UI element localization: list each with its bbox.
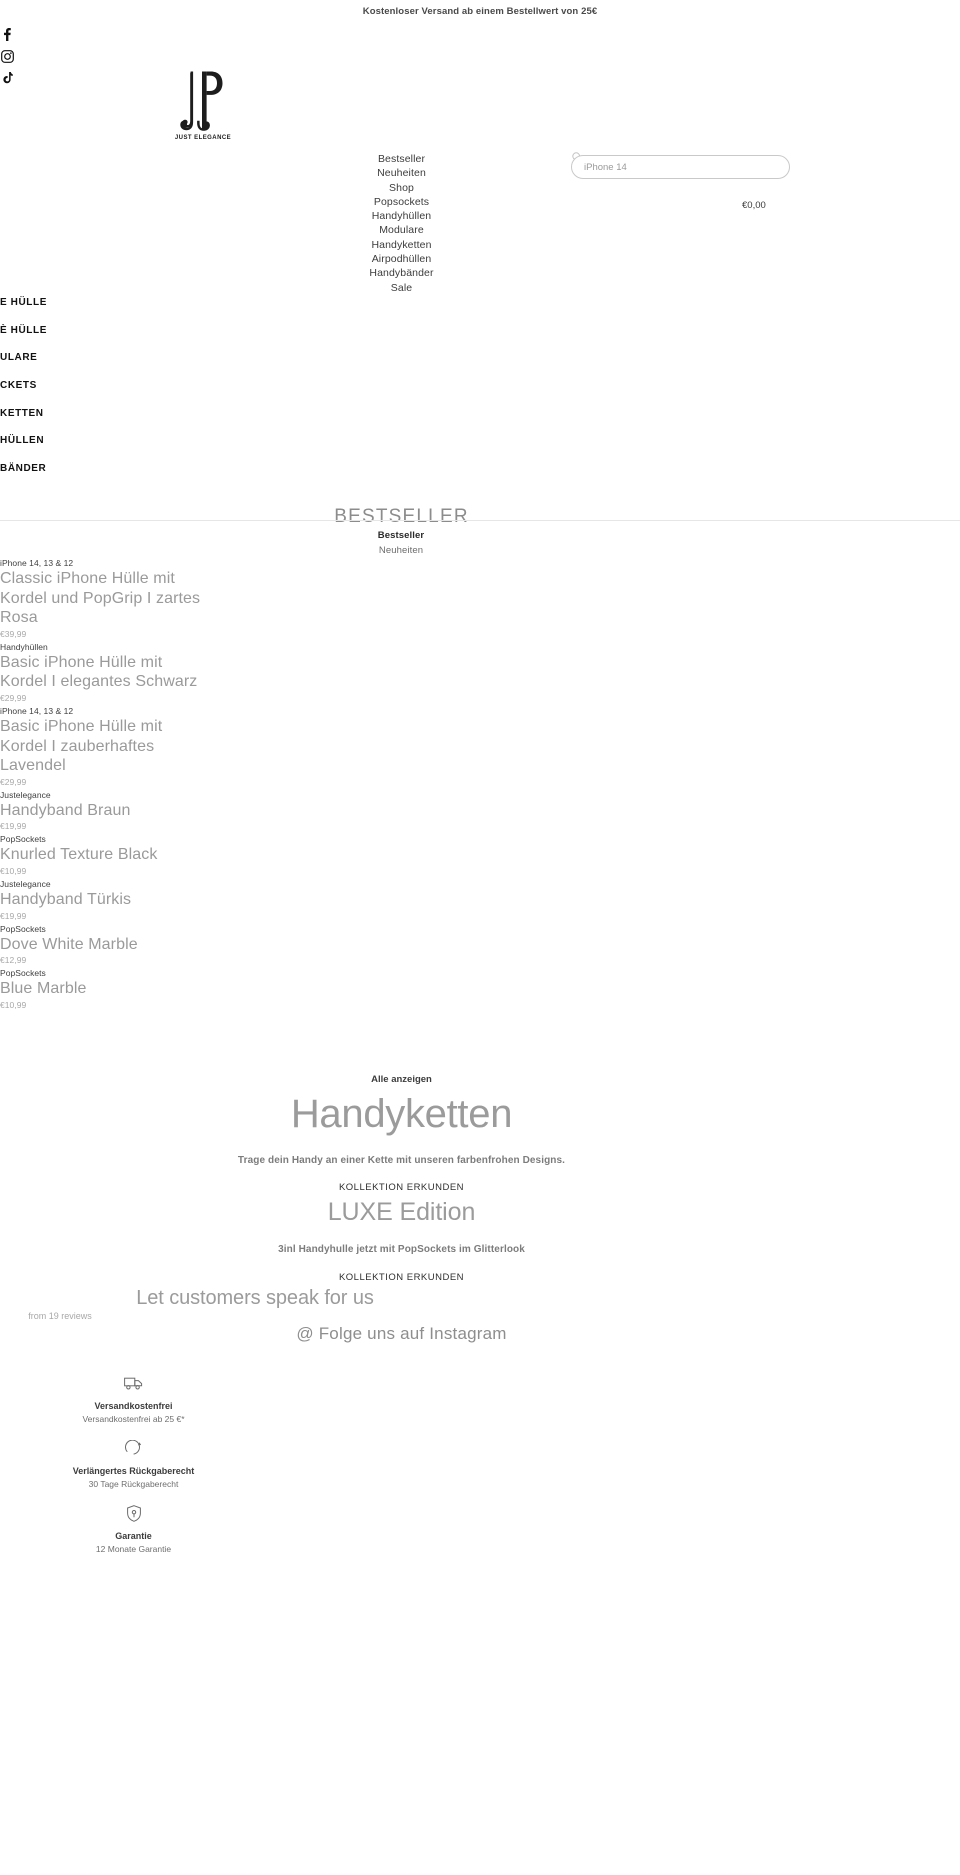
product-price: €19,99	[0, 821, 27, 832]
category-rail-item-3[interactable]: CKETS	[0, 379, 120, 407]
reviews-count: from 19 reviews	[28, 1311, 92, 1321]
product-price: €29,99	[0, 776, 27, 787]
section-divider	[0, 520, 960, 521]
trust-badge-title: Verlängertes Rückgaberecht	[72, 1466, 195, 1476]
product-title[interactable]: Blue Marble	[0, 979, 260, 999]
trust-badge-desc: 12 Monate Garantie	[95, 1544, 172, 1554]
product-price: €19,99	[0, 910, 27, 921]
nav-item-handybaender[interactable]: Handybänder	[300, 266, 503, 280]
logo-wordmark: JUST ELEGANCE	[174, 135, 232, 141]
tab-neuheiten[interactable]: Neuheiten	[301, 543, 501, 558]
product-title[interactable]: Handyband Türkis	[0, 890, 260, 910]
category-rail-item-6[interactable]: BÄNDER	[0, 462, 120, 490]
product-vendor: PopSockets	[0, 834, 46, 845]
reviews-heading: Let customers speak for us	[136, 1287, 374, 1309]
category-rail-item-4[interactable]: KETTEN	[0, 407, 120, 435]
trust-badge-title: Versandkostenfrei	[94, 1401, 173, 1411]
instagram-icon[interactable]	[0, 48, 14, 64]
trust-badge-desc: 30 Tage Rückgaberecht	[88, 1479, 179, 1489]
promo-luxe-heading: LUXE Edition	[327, 1198, 476, 1226]
product-card[interactable]: iPhone 14, 13 & 12 Basic iPhone Hülle mi…	[0, 705, 260, 789]
trust-badge: Garantie 12 Monate Garantie	[0, 1505, 267, 1556]
logo-mark-icon	[180, 71, 223, 131]
product-price: €29,99	[0, 692, 27, 703]
cart-total[interactable]: €0,00	[742, 200, 766, 211]
site-logo[interactable]: JUST ELEGANCE	[172, 70, 234, 141]
trust-badge-title: Garantie	[115, 1531, 152, 1541]
facebook-icon[interactable]	[0, 26, 14, 42]
search-field-wrapper[interactable]	[571, 155, 790, 179]
category-rail-item-2[interactable]: ULARE	[0, 351, 120, 379]
product-card[interactable]: Handyhüllen Basic iPhone Hülle mit Kordel…	[0, 641, 260, 705]
bestseller-heading: BESTSELLER	[334, 505, 469, 527]
product-title[interactable]: Handyband Braun	[0, 801, 260, 821]
product-title[interactable]: Basic iPhone Hülle mit Kordel I zauberhaf…	[0, 717, 260, 776]
product-price: €12,99	[0, 955, 27, 966]
category-rail-item-1[interactable]: È HÜLLE	[0, 324, 120, 352]
category-rail-item-0[interactable]: E HÜLLE	[0, 296, 120, 324]
instagram-heading[interactable]: @ Folge uns auf Instagram	[0, 1324, 803, 1344]
category-rail: E HÜLLE È HÜLLE ULARE CKETS KETTEN HÜLLE…	[0, 296, 120, 490]
product-vendor: PopSockets	[0, 923, 46, 934]
product-card[interactable]: Justelegance Handyband Braun €19,99	[0, 789, 260, 834]
product-card[interactable]: iPhone 14, 13 & 12 Classic iPhone Hülle …	[0, 557, 260, 641]
announcement-bar: Kostenloser Versand ab einem Bestellwert…	[362, 6, 598, 17]
product-title[interactable]: Knurled Texture Black	[0, 845, 260, 865]
promo-luxe-cta[interactable]: KOLLEKTION ERKUNDEN	[0, 1272, 803, 1283]
product-vendor: PopSockets	[0, 968, 46, 979]
product-vendor: iPhone 14, 13 & 12	[0, 705, 74, 716]
search-input[interactable]	[572, 156, 789, 178]
category-rail-item-5[interactable]: HÜLLEN	[0, 434, 120, 462]
product-title[interactable]: Basic iPhone Hülle mit Kordel I elegantes…	[0, 653, 260, 692]
social-links	[0, 26, 14, 86]
nav-item-handyketten[interactable]: Handyketten	[300, 238, 503, 252]
product-vendor: Handyhüllen	[0, 641, 48, 652]
product-card[interactable]: PopSockets Dove White Marble €12,99	[0, 923, 260, 968]
tiktok-icon[interactable]	[0, 70, 14, 86]
trust-badges: Versandkostenfrei Versandkostenfrei ab 2…	[0, 1375, 267, 1570]
promo-luxe-subtitle: 3inl Handyhulle jetzt mit PopSockets im …	[278, 1244, 525, 1255]
product-price: €39,99	[0, 628, 27, 639]
product-card[interactable]: PopSockets Knurled Texture Black €10,99	[0, 833, 260, 878]
nav-item-shop[interactable]: Shop	[300, 181, 503, 195]
nav-item-neuheiten[interactable]: Neuheiten	[300, 166, 503, 180]
product-vendor: Justelegance	[0, 789, 51, 800]
product-vendor: Justelegance	[0, 878, 51, 889]
page-root: Kostenloser Versand ab einem Bestellwert…	[0, 0, 960, 1875]
main-navigation: Bestseller Neuheiten Shop Popsockets Han…	[300, 152, 503, 295]
nav-item-airpodhuellen[interactable]: Airpodhüllen	[300, 252, 503, 266]
product-price: €10,99	[0, 999, 27, 1010]
tab-bestseller[interactable]: Bestseller	[301, 528, 501, 543]
product-card[interactable]: PopSockets Blue Marble €10,99	[0, 967, 260, 1012]
nav-item-bestseller[interactable]: Bestseller	[300, 152, 503, 166]
truck-icon	[0, 1375, 267, 1395]
trust-badge: Verlängertes Rückgaberecht 30 Tage Rückg…	[0, 1440, 267, 1491]
nav-item-modulare[interactable]: Modulare	[300, 223, 503, 237]
nav-item-handyhuellen[interactable]: Handyhüllen	[300, 209, 503, 223]
product-title[interactable]: Dove White Marble	[0, 935, 260, 955]
product-price: €10,99	[0, 865, 27, 876]
view-all-link[interactable]: Alle anzeigen	[0, 1074, 803, 1085]
return-arrow-icon	[0, 1440, 267, 1460]
bestseller-tabs: Bestseller Neuheiten	[301, 528, 501, 558]
promo-handyketten-heading: Handyketten	[290, 1092, 513, 1136]
trust-badge: Versandkostenfrei Versandkostenfrei ab 2…	[0, 1375, 267, 1426]
product-list: iPhone 14, 13 & 12 Classic iPhone Hülle …	[0, 557, 260, 1012]
nav-item-popsockets[interactable]: Popsockets	[300, 195, 503, 209]
shield-icon	[0, 1505, 267, 1525]
nav-item-sale[interactable]: Sale	[300, 281, 503, 295]
trust-badge-desc: Versandkostenfrei ab 25 €*	[82, 1414, 185, 1424]
product-title[interactable]: Classic iPhone Hülle mit Kordel und PopGr…	[0, 569, 260, 628]
product-card[interactable]: Justelegance Handyband Türkis €19,99	[0, 878, 260, 923]
product-vendor: iPhone 14, 13 & 12	[0, 558, 74, 568]
promo-handyketten-cta[interactable]: KOLLEKTION ERKUNDEN	[0, 1182, 803, 1193]
promo-handyketten-subtitle: Trage dein Handy an einer Kette mit unse…	[237, 1155, 566, 1166]
